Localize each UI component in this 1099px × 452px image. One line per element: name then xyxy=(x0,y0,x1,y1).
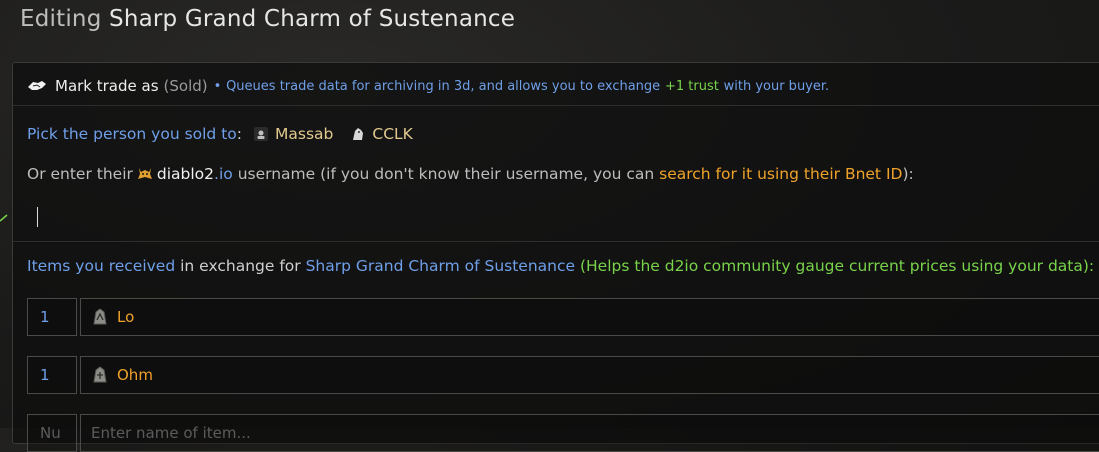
items-help: (Helps the d2io community gauge current … xyxy=(579,257,1095,275)
mark-trade-row: Mark trade as (Sold) • Queues trade data… xyxy=(27,75,1099,97)
pick-buyer-row: Pick the person you sold to : Massab CCL… xyxy=(27,125,431,143)
text-caret xyxy=(37,207,38,227)
divider xyxy=(13,105,1099,106)
search-bnet-link[interactable]: search for it using their Bnet ID xyxy=(659,165,902,183)
mark-desc-1: Queues trade data for archiving in 3d, a… xyxy=(226,78,661,94)
divider xyxy=(13,241,1099,242)
items-label-1: Items you received xyxy=(27,257,176,275)
page-title: Editing Sharp Grand Charm of Sustenance xyxy=(20,6,515,32)
items-label-2: in exchange for xyxy=(180,257,301,275)
buyer-option-massab[interactable]: Massab xyxy=(254,125,333,143)
rune-icon xyxy=(93,366,107,383)
bullet: • xyxy=(213,78,222,94)
item-name: Lo xyxy=(117,308,135,326)
site-name: diablo2.io xyxy=(156,165,233,183)
title-prefix: Editing xyxy=(20,6,102,32)
user-avatar-icon xyxy=(353,128,364,140)
username-input[interactable] xyxy=(27,195,1099,239)
item-name: Ohm xyxy=(117,366,153,384)
handshake-icon xyxy=(28,81,46,90)
quantity-field[interactable]: 1 xyxy=(27,356,77,394)
enter-mid: username (if you don't know their userna… xyxy=(237,165,655,183)
pick-buyer-label: Pick the person you sold to xyxy=(27,125,237,143)
item-row: Nu Enter name of item... xyxy=(27,414,1099,452)
mark-desc-2: with your buyer. xyxy=(723,78,830,94)
mark-trade-label: Mark trade as xyxy=(55,77,159,95)
items-received-row: Items you received in exchange for Sharp… xyxy=(27,257,1094,275)
quantity-field[interactable]: Nu xyxy=(27,414,77,452)
buyer-name: Massab xyxy=(275,125,334,143)
edge-check-icon xyxy=(0,207,8,222)
enter-post: ): xyxy=(902,165,914,183)
item-row: 1 Ohm xyxy=(27,356,1099,394)
pick-colon: : xyxy=(236,125,242,143)
rune-icon xyxy=(93,308,107,325)
item-row: 1 Lo xyxy=(27,298,1099,336)
title-item: Sharp Grand Charm of Sustenance xyxy=(109,6,516,32)
item-name-field[interactable]: Lo xyxy=(80,298,1099,336)
buyer-name: CCLK xyxy=(372,125,413,143)
enter-pre: Or enter their xyxy=(27,165,133,183)
quantity-field[interactable]: 1 xyxy=(27,298,77,336)
buyer-option-cclk[interactable]: CCLK xyxy=(351,125,413,143)
trust-label: +1 trust xyxy=(664,78,719,94)
item-name-field[interactable]: Enter name of item... xyxy=(80,414,1099,452)
items-item: Sharp Grand Charm of Sustenance xyxy=(305,257,576,275)
user-avatar-icon xyxy=(254,127,268,141)
diablo-logo-icon xyxy=(137,168,152,179)
trade-status: (Sold) xyxy=(163,77,208,95)
enter-username-row: Or enter their diablo2.io username (if y… xyxy=(27,165,914,183)
mark-sold-panel: Mark trade as (Sold) • Queues trade data… xyxy=(12,62,1099,452)
item-name-field[interactable]: Ohm xyxy=(80,356,1099,394)
